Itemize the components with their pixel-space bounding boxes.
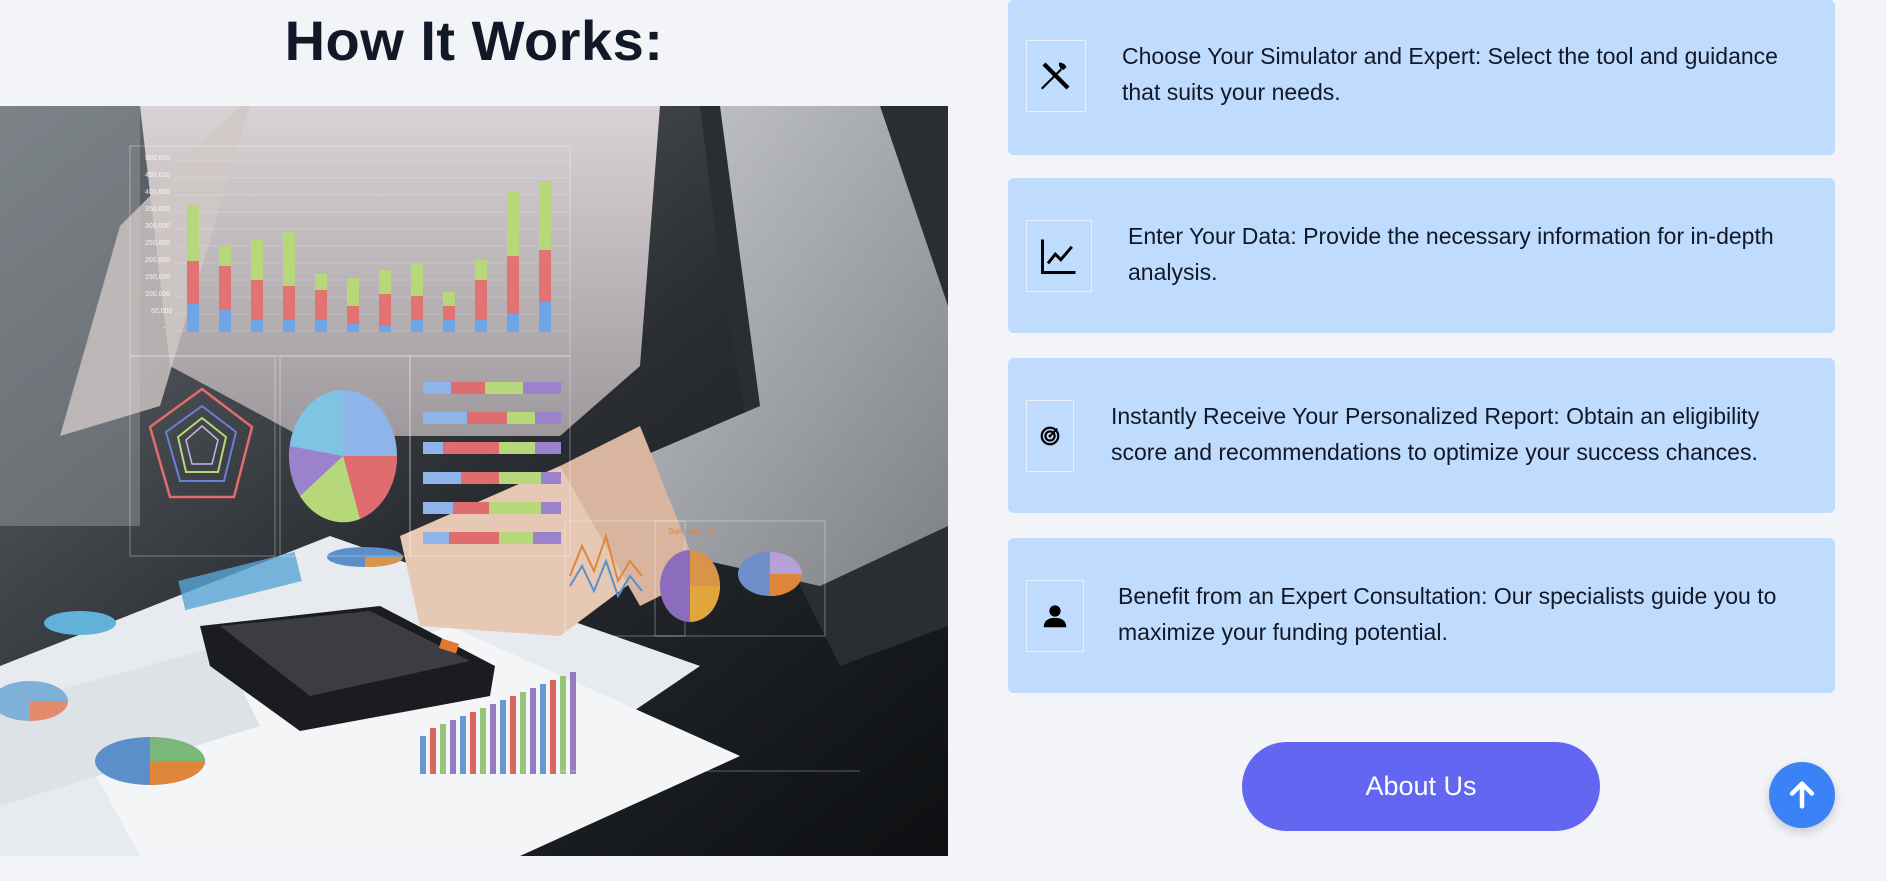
step-card-4: Benefit from an Expert Consultation: Our… [1008,538,1835,693]
scroll-to-top-button[interactable] [1769,762,1835,828]
svg-text:400,000: 400,000 [145,189,170,196]
svg-text:200,000: 200,000 [145,257,170,264]
svg-text:500,000: 500,000 [145,155,170,162]
step-icon-box [1026,40,1086,112]
arrow-up-icon [1789,781,1815,809]
step-text: Benefit from an Expert Consultation: Our… [1118,583,1777,645]
svg-text:100,000: 100,000 [145,291,170,298]
svg-text:150,000: 150,000 [145,274,170,281]
step-card-1: Choose Your Simulator and Expert: Select… [1008,0,1835,155]
step-text: Instantly Receive Your Personalized Repo… [1111,403,1760,465]
target-icon [1040,426,1060,446]
step-icon-box [1026,400,1074,472]
person-icon [1043,605,1067,628]
step-card-2: Enter Your Data: Provide the necessary i… [1008,178,1835,333]
svg-text:250,000: 250,000 [145,240,170,247]
svg-text:350,000: 350,000 [145,206,170,213]
svg-text:450,000: 450,000 [145,172,170,179]
about-us-button[interactable]: About Us [1242,742,1600,831]
line-chart-icon [1041,239,1076,274]
tools-icon [1041,62,1070,90]
svg-text:50,000: 50,000 [151,308,173,315]
step-card-3: Instantly Receive Your Personalized Repo… [1008,358,1835,513]
section-title: How It Works: [284,9,664,72]
step-icon-box [1026,580,1084,652]
step-icon-box [1026,220,1092,292]
overlay-summary-label: Summary tab [668,527,716,536]
step-text: Enter Your Data: Provide the necessary i… [1128,223,1774,285]
business-analytics-photo: 500,000 450,000 400,000 350,000 300,000 … [0,106,948,856]
step-text: Choose Your Simulator and Expert: Select… [1122,43,1778,105]
svg-text:300,000: 300,000 [145,223,170,230]
